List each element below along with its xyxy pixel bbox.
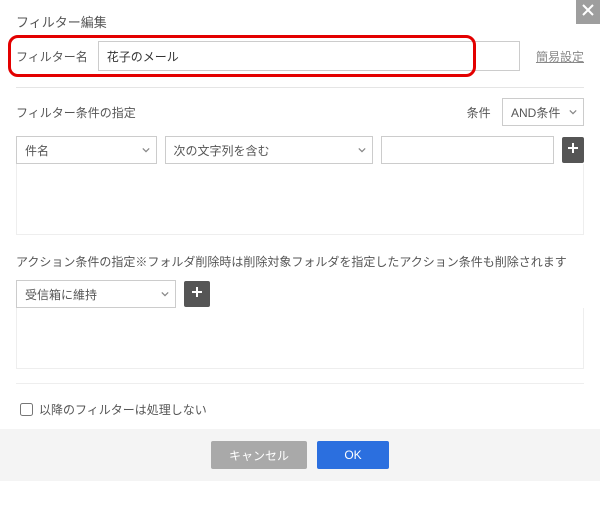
stop-processing-label: 以降のフィルターは処理しない [39, 401, 207, 418]
actions-heading: アクション条件の指定※フォルダ削除時は削除対象フォルダを指定したアクション条件も… [16, 253, 584, 270]
conditions-panel [16, 164, 584, 235]
plus-icon [567, 141, 579, 159]
ok-button[interactable]: OK [317, 441, 389, 469]
condition-op-value: 次の文字列を含む [174, 142, 270, 159]
cancel-button[interactable]: キャンセル [211, 441, 307, 469]
chevron-down-icon [358, 143, 366, 157]
filter-name-input[interactable] [98, 41, 520, 71]
conditions-logic-value: AND条件 [511, 104, 560, 121]
chevron-down-icon [161, 287, 169, 301]
condition-field-select[interactable]: 件名 [16, 136, 157, 164]
simple-settings-link[interactable]: 簡易設定 [536, 48, 584, 65]
condition-op-select[interactable]: 次の文字列を含む [165, 136, 373, 164]
condition-value-input[interactable] [381, 136, 554, 164]
filter-name-label: フィルター名 [16, 48, 88, 65]
action-select[interactable]: 受信箱に維持 [16, 280, 176, 308]
dialog-title: フィルター編集 [16, 12, 584, 31]
action-value: 受信箱に維持 [25, 286, 97, 303]
conditions-heading: フィルター条件の指定 [16, 104, 136, 121]
actions-panel [16, 308, 584, 369]
stop-processing-row[interactable]: 以降のフィルターは処理しない [16, 400, 584, 419]
add-condition-button[interactable] [562, 137, 584, 163]
stop-processing-checkbox[interactable] [20, 403, 33, 416]
condition-field-value: 件名 [25, 142, 49, 159]
filter-name-row: フィルター名 簡易設定 [16, 41, 584, 71]
conditions-label: 条件 [467, 106, 491, 120]
dialog-footer: キャンセル OK [0, 429, 600, 481]
chevron-down-icon [142, 143, 150, 157]
chevron-down-icon [569, 105, 577, 119]
action-row: 受信箱に維持 [16, 280, 584, 308]
condition-row: 件名 次の文字列を含む [16, 136, 584, 164]
conditions-logic-select[interactable]: AND条件 [502, 98, 584, 126]
plus-icon [191, 285, 203, 303]
close-button[interactable] [576, 0, 600, 24]
add-action-button[interactable] [184, 281, 210, 307]
conditions-header: フィルター条件の指定 条件 AND条件 [16, 98, 584, 126]
close-icon [582, 3, 594, 21]
